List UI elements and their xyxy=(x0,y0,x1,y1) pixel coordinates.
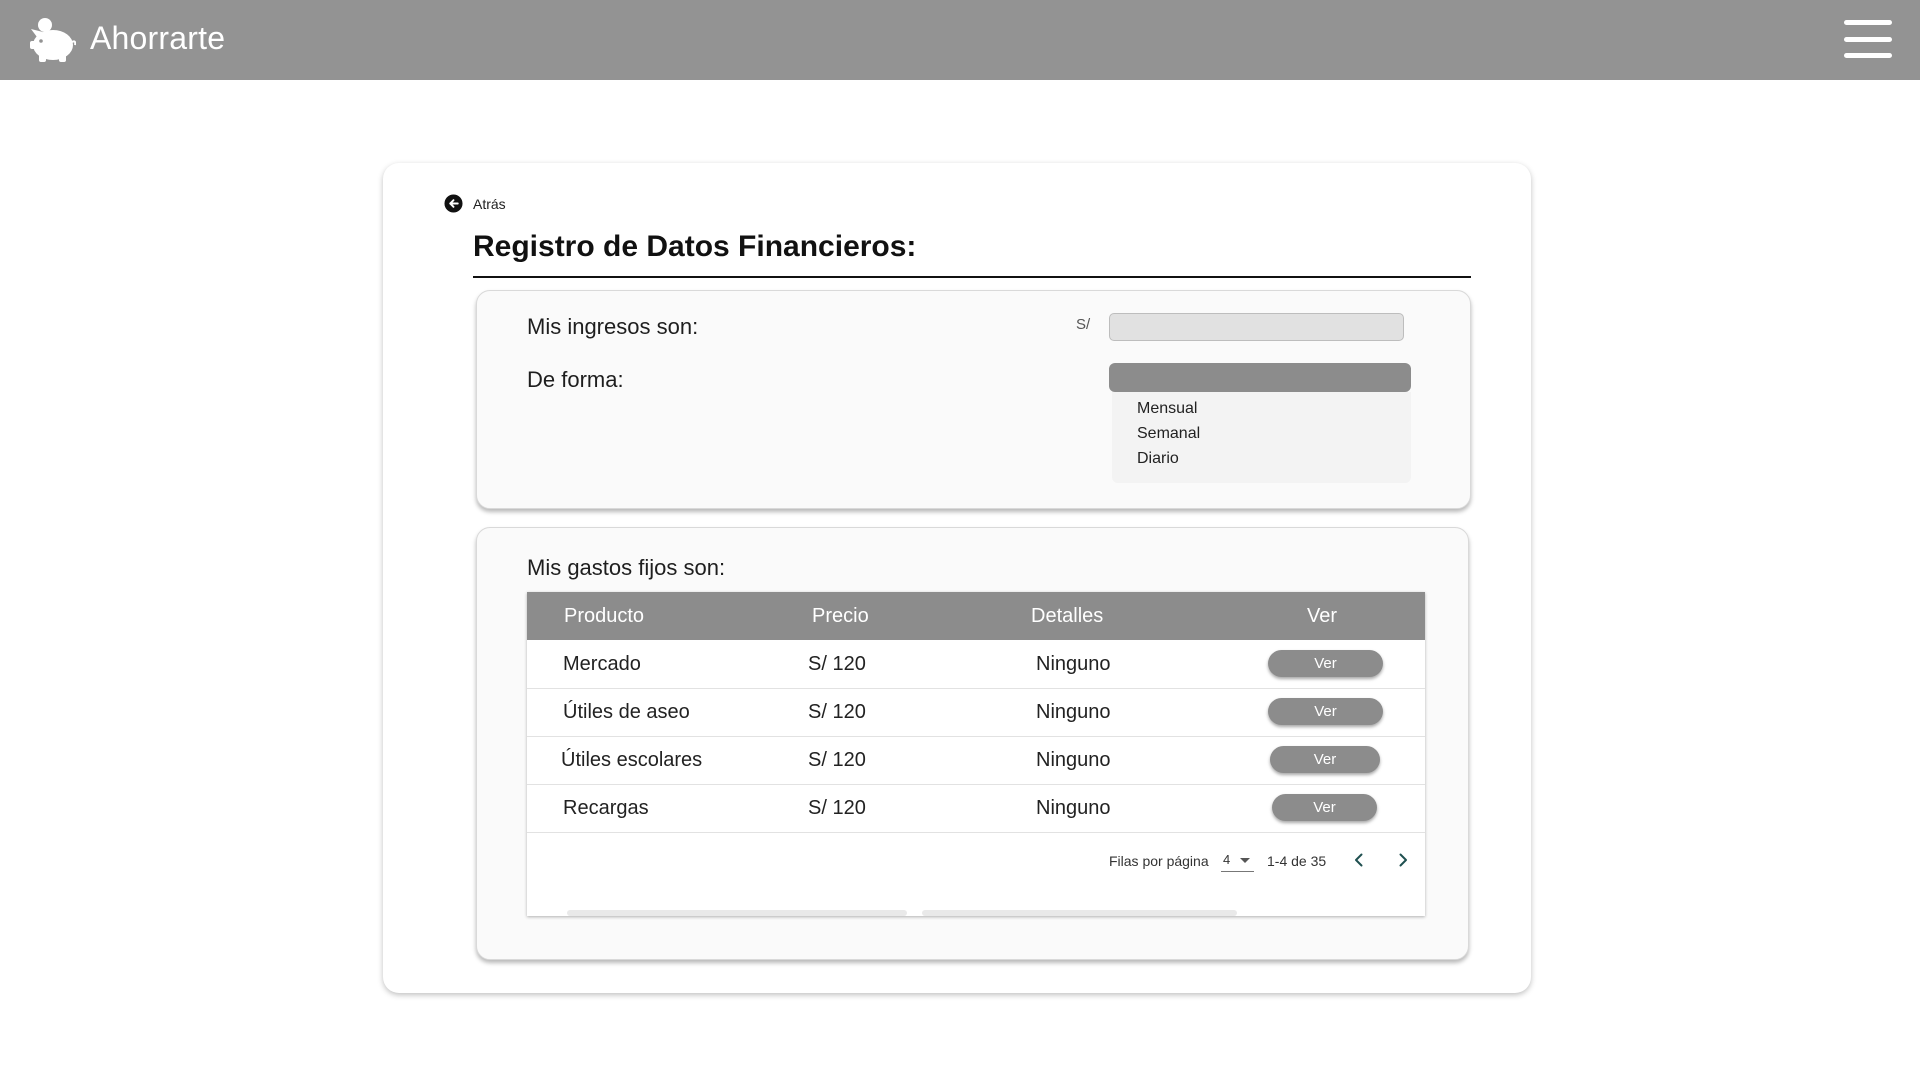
chevron-left-icon[interactable] xyxy=(1347,848,1371,872)
arrow-left-circle-icon xyxy=(444,194,463,213)
scroll-shadow-left xyxy=(567,910,907,916)
rows-per-page-select[interactable]: 4 xyxy=(1221,849,1254,872)
cell-details: Ninguno xyxy=(1036,749,1111,771)
piggy-bank-icon xyxy=(30,18,76,62)
cell-price: S/ 120 xyxy=(808,749,866,771)
cell-product: Útiles escolares xyxy=(561,749,703,771)
cell-details: Ninguno xyxy=(1036,701,1111,723)
table-row: Útiles escolares S/ 120 Ninguno Ver xyxy=(527,736,1425,785)
table-row: Recargas S/ 120 Ninguno Ver xyxy=(527,784,1425,833)
expenses-table: Producto Precio Detalles Ver Mercado S/ … xyxy=(527,592,1425,916)
column-header-detalles: Detalles xyxy=(1031,605,1104,627)
cell-price: S/ 120 xyxy=(808,797,866,819)
column-header-precio: Precio xyxy=(812,605,869,627)
rows-per-page-value: 4 xyxy=(1223,852,1231,867)
cell-product: Mercado xyxy=(563,653,641,675)
cell-product: Recargas xyxy=(563,797,649,819)
back-label: Atrás xyxy=(473,195,506,212)
view-button[interactable]: Ver xyxy=(1270,746,1380,773)
scroll-shadow-right xyxy=(922,910,1237,916)
view-button[interactable]: Ver xyxy=(1272,794,1377,821)
cell-details: Ninguno xyxy=(1036,653,1111,675)
cell-product: Útiles de aseo xyxy=(563,701,690,723)
brand-name: Ahorrarte xyxy=(90,20,226,56)
table-header: Producto Precio Detalles Ver xyxy=(527,592,1425,640)
frequency-options-list: Mensual Semanal Diario xyxy=(1112,392,1411,483)
frequency-option-mensual[interactable]: Mensual xyxy=(1137,400,1197,418)
pagination-range: 1-4 de 35 xyxy=(1267,853,1327,869)
cell-price: S/ 120 xyxy=(808,701,866,723)
expenses-label: Mis gastos fijos son: xyxy=(527,555,726,580)
back-link[interactable]: Atrás xyxy=(444,194,506,213)
income-amount-input[interactable] xyxy=(1109,313,1404,341)
frequency-label: De forma: xyxy=(527,367,624,392)
column-header-producto: Producto xyxy=(564,605,645,627)
page-title: Registro de Datos Financieros: xyxy=(473,230,917,263)
frequency-select[interactable] xyxy=(1109,363,1411,392)
cell-price: S/ 120 xyxy=(808,653,866,675)
column-header-ver: Ver xyxy=(1307,605,1338,627)
view-button[interactable]: Ver xyxy=(1268,698,1383,725)
frequency-option-diario[interactable]: Diario xyxy=(1137,450,1179,468)
cell-details: Ninguno xyxy=(1036,797,1111,819)
caret-down-icon xyxy=(1240,858,1250,863)
hamburger-menu-icon[interactable] xyxy=(1844,20,1892,58)
rows-per-page-label: Filas por página xyxy=(1109,853,1209,869)
table-row: Mercado S/ 120 Ninguno Ver xyxy=(527,640,1425,689)
table-row: Útiles de aseo S/ 120 Ninguno Ver xyxy=(527,688,1425,737)
income-label: Mis ingresos son: xyxy=(527,314,699,339)
view-button[interactable]: Ver xyxy=(1268,650,1383,677)
frequency-option-semanal[interactable]: Semanal xyxy=(1137,425,1200,443)
title-divider xyxy=(473,276,1471,278)
currency-prefix: S/ xyxy=(1076,316,1091,333)
top-app-bar: Ahorrarte xyxy=(0,0,1920,80)
chevron-right-icon[interactable] xyxy=(1391,848,1415,872)
